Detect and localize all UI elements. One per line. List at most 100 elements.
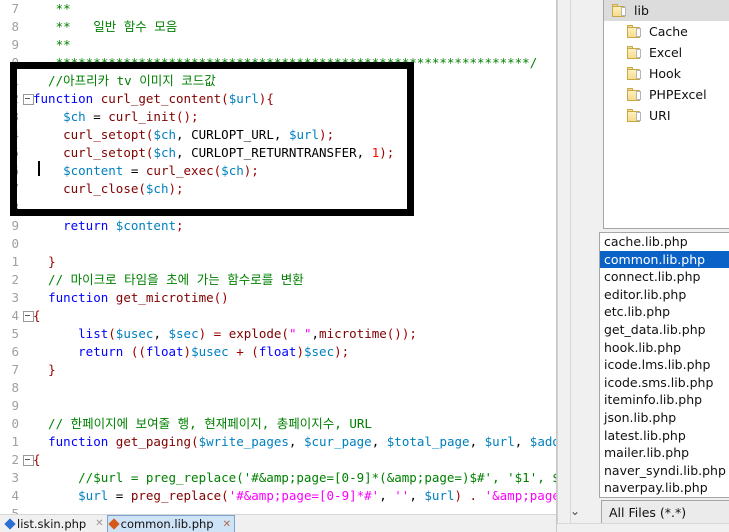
code-token: $cur_page — [303, 434, 372, 450]
file-list-item[interactable]: get_data.lib.php — [600, 321, 729, 339]
code-token: ** 일반 함수 모음 — [33, 19, 178, 35]
code-line[interactable]: 2 function curl_get_content($url){ — [0, 90, 556, 109]
code-line[interactable]: 7 } — [0, 360, 556, 379]
code-line[interactable]: 5 list($usec, $sec) = explode(" ",microt… — [0, 324, 556, 343]
line-number: 5 — [0, 505, 22, 514]
close-icon[interactable]: ✕ — [223, 519, 231, 530]
file-list-item[interactable]: naver_syndi.lib.php — [600, 462, 729, 480]
fold-toggle-icon[interactable] — [22, 451, 34, 469]
code-line[interactable]: 9 ** — [0, 36, 556, 55]
code-line[interactable]: 4 curl_setopt($ch, CURLOPT_URL, $url); — [0, 126, 556, 145]
code-line[interactable]: 2{ — [0, 451, 556, 470]
code-line[interactable]: 4 $url = preg_replace('#&amp;page=[0-9]*… — [0, 487, 556, 506]
code-line[interactable]: 3 //$url = preg_replace('#&amp;page=[0-9… — [0, 469, 556, 488]
code-text: return $content; — [33, 217, 556, 235]
code-line[interactable]: 7 curl_close($ch); — [0, 180, 556, 199]
file-list-item[interactable]: icode.sms.lib.php — [600, 374, 729, 392]
file-list-item[interactable]: icode.lms.lib.php — [600, 356, 729, 374]
code-line[interactable]: 3 function get_microtime() — [0, 288, 556, 307]
file-list-item[interactable]: connect.lib.php — [600, 268, 729, 286]
code-lines[interactable]: 7 ** 8 ** 일반 함수 모음 9 ** 0 ***************… — [0, 0, 556, 514]
folder-tree-item[interactable]: URI — [604, 105, 729, 126]
code-line[interactable]: 0 // 한페이지에 보여줄 행, 현재페이지, 총페이지수, URL — [0, 415, 556, 434]
code-token: $ch — [221, 163, 244, 179]
code-line[interactable]: 4{ — [0, 306, 556, 325]
code-token: $add — [529, 434, 556, 450]
file-list-item[interactable]: iteminfo.lib.php — [600, 391, 729, 409]
folder-tree-item[interactable]: Hook — [604, 63, 729, 84]
code-token: $ch — [63, 109, 86, 125]
code-line[interactable]: 7 ** — [0, 0, 556, 19]
editor-tab-bar[interactable]: list.skin.php ✕ common.lib.php ✕ — [0, 514, 556, 532]
code-token: float — [145, 343, 184, 359]
file-list-item[interactable]: hook.lib.php — [600, 339, 729, 357]
close-icon[interactable]: ✕ — [95, 518, 103, 529]
file-list-item[interactable]: mailer.lib.php — [600, 444, 729, 462]
folder-tree-item[interactable]: lib — [604, 0, 729, 21]
folder-icon — [627, 67, 642, 80]
code-token: = — [85, 109, 109, 125]
file-list-item[interactable]: naverpay.lib.php — [600, 479, 729, 497]
line-number: 3 — [0, 288, 22, 307]
code-line[interactable]: 9 return $content; — [0, 216, 556, 235]
code-line[interactable]: 1 function get_paging($write_pages, $cur… — [0, 433, 556, 452]
file-list-item[interactable]: outlogin.lib.php — [600, 497, 729, 498]
code-line[interactable]: 0 **************************************… — [0, 54, 556, 73]
line-number: 4 — [0, 306, 22, 325]
editor-tab[interactable]: common.lib.php ✕ — [106, 515, 235, 532]
code-line[interactable]: 5 curl_setopt($ch, CURLOPT_RETURNTRANSFE… — [0, 144, 556, 163]
file-list-item[interactable]: common.lib.php — [600, 250, 729, 269]
code-token: ); — [379, 145, 395, 161]
file-list-item[interactable]: json.lib.php — [600, 409, 729, 427]
code-line[interactable]: 9 — [0, 397, 556, 416]
code-token: ); — [319, 127, 335, 143]
editor-tab[interactable]: list.skin.php ✕ — [4, 515, 107, 532]
file-list[interactable]: cache.lib.php common.lib.php connect.lib.p… — [599, 232, 729, 498]
code-line[interactable]: 3 $ch = curl_init(); — [0, 108, 556, 127]
chevron-down-icon[interactable]: ⌄ — [564, 500, 586, 522]
code-line[interactable]: 6 $content = curl_exec($ch); — [0, 162, 556, 181]
code-token: // 한페이지에 보여줄 행, 현재페이지, 총페이지수, URL — [33, 416, 372, 432]
fold-toggle-icon[interactable] — [22, 90, 34, 108]
code-line[interactable]: 2 // 마이크로 타임을 초에 가는 함수로를 변환 — [0, 270, 556, 289]
line-number: 5 — [0, 324, 22, 343]
code-line[interactable]: 1 } — [0, 252, 556, 271]
code-token: ** — [33, 37, 79, 53]
file-list-item[interactable]: etc.lib.php — [600, 303, 729, 321]
file-list-item[interactable]: editor.lib.php — [600, 286, 729, 304]
code-line[interactable]: 6 return ((float)$usec + (float)$sec); — [0, 342, 556, 361]
folder-tree-item[interactable]: Cache — [604, 21, 729, 42]
code-token: $content — [63, 163, 124, 179]
code-token: microtime — [319, 325, 387, 341]
code-token: ****************************************… — [33, 55, 538, 71]
code-text: $ch = curl_init(); — [33, 108, 556, 126]
file-type-filter[interactable]: All Files (*.*) — [601, 500, 729, 524]
code-editor[interactable]: 7 ** 8 ** 일반 함수 모음 9 ** 0 ***************… — [0, 0, 556, 514]
code-text: ** — [33, 36, 556, 54]
file-list-item[interactable]: latest.lib.php — [600, 427, 729, 445]
fold-toggle-icon[interactable] — [22, 307, 34, 325]
code-line[interactable]: 5 — [0, 505, 556, 514]
code-line[interactable]: 0 — [0, 234, 556, 253]
code-token: get_paging — [115, 434, 192, 450]
code-line[interactable]: 8 — [0, 378, 556, 398]
line-number: 9 — [0, 216, 22, 235]
folder-tree-item[interactable]: Excel — [604, 42, 729, 63]
folder-tree[interactable]: lib Cache Excel Hook PHPExcel URI — [603, 0, 729, 229]
file-list-item[interactable]: cache.lib.php — [600, 233, 729, 251]
code-token: curl_exec — [145, 163, 214, 179]
code-line[interactable]: 8 ** 일반 함수 모음 — [0, 18, 556, 37]
folder-tree-item[interactable]: PHPExcel — [604, 84, 729, 105]
code-line[interactable]: 8 — [0, 198, 556, 217]
line-number: 4 — [0, 487, 22, 506]
code-line[interactable]: 1 //아프리카 tv 이미지 코드값 — [0, 72, 556, 91]
